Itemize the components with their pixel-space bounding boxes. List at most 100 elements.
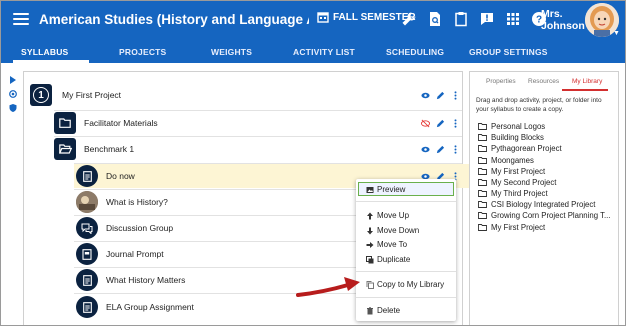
activity-row[interactable]: Discussion Group — [76, 215, 376, 241]
menu-icon[interactable] — [13, 11, 29, 27]
trash-icon — [367, 306, 373, 314]
target-icon[interactable] — [9, 90, 17, 98]
tab-scheduling[interactable]: SCHEDULING — [386, 47, 444, 57]
eye-off-icon[interactable] — [421, 119, 430, 128]
library-item[interactable]: Building Blocks — [478, 133, 618, 142]
library-item[interactable]: Pythagorean Project — [478, 144, 618, 153]
library-item[interactable]: My Third Project — [478, 189, 618, 198]
activity-row[interactable]: Journal Prompt — [76, 241, 376, 267]
folder-title: Facilitator Materials — [84, 118, 158, 128]
duplicate-icon — [366, 255, 374, 263]
folder-icon — [478, 179, 487, 186]
tab-properties[interactable]: Properties — [486, 78, 516, 85]
folder-row[interactable]: Facilitator Materials — [54, 110, 460, 136]
wrench-icon[interactable] — [401, 11, 417, 27]
chat-icon — [76, 217, 98, 239]
activity-row[interactable]: What is History? — [76, 189, 376, 215]
library-item[interactable]: My First Project — [478, 223, 618, 232]
nav-tabs: SYLLABUS PROJECTS WEIGHTS ACTIVITY LIST … — [1, 39, 625, 63]
menu-item-preview[interactable]: Preview — [366, 185, 405, 194]
folder-title: Benchmark 1 — [84, 144, 135, 154]
activity-thumbnail — [76, 191, 98, 213]
arrow-down-icon — [367, 227, 373, 234]
library-description: Drag and drop activity, project, or fold… — [476, 97, 602, 113]
activity-title: What is History? — [106, 197, 168, 207]
image-icon — [366, 186, 374, 193]
more-vertical-icon[interactable] — [451, 144, 460, 154]
menu-divider — [356, 271, 456, 272]
menu-item-delete[interactable]: Delete — [366, 306, 400, 315]
menu-item-move-to[interactable]: Move To — [366, 240, 407, 249]
calendar-icon — [317, 12, 329, 23]
shield-icon[interactable] — [9, 104, 17, 112]
menu-item-move-up[interactable]: Move Up — [366, 211, 409, 220]
library-item[interactable]: Moongames — [478, 156, 618, 165]
tab-weights[interactable]: WEIGHTS — [211, 47, 252, 57]
folder-row[interactable]: Benchmark 1 — [54, 136, 460, 162]
activity-title: Discussion Group — [106, 223, 174, 233]
folder-icon — [478, 123, 487, 130]
folder-icon — [478, 212, 487, 219]
red-arrow-annotation — [296, 277, 360, 297]
pencil-icon[interactable] — [436, 91, 445, 100]
context-menu: Preview Move Up Move Down Move To Duplic… — [356, 179, 456, 321]
arrow-up-icon — [367, 212, 373, 219]
menu-item-move-down[interactable]: Move Down — [366, 226, 419, 235]
folder-icon — [478, 224, 487, 231]
activity-title: Journal Prompt — [106, 249, 164, 259]
library-item[interactable]: CSI Biology Integrated Project — [478, 200, 618, 209]
library-item[interactable]: Personal Logos — [478, 122, 618, 131]
tab-resources[interactable]: Resources — [528, 78, 559, 85]
top-bar: American Studies (History and Language A… — [1, 1, 625, 39]
project-title: My First Project — [62, 90, 122, 100]
tab-my-library[interactable]: My Library — [572, 78, 602, 85]
tab-projects[interactable]: PROJECTS — [119, 47, 166, 57]
journal-icon — [76, 243, 98, 265]
document-icon — [76, 165, 98, 187]
active-tab-indicator — [13, 60, 89, 63]
pencil-icon[interactable] — [436, 145, 445, 154]
more-vertical-icon[interactable] — [451, 90, 460, 100]
menu-divider — [356, 297, 456, 298]
document-icon — [76, 296, 98, 318]
active-tab-indicator — [562, 89, 608, 91]
document-icon — [76, 269, 98, 291]
folder-icon — [478, 190, 487, 197]
activity-title: What History Matters — [106, 275, 186, 285]
menu-item-copy-to-library[interactable]: Copy to My Library — [366, 280, 444, 289]
folder-icon — [478, 145, 487, 152]
folder-open-icon — [54, 138, 76, 160]
tab-group-settings[interactable]: GROUP SETTINGS — [469, 47, 548, 57]
apps-grid-icon[interactable] — [505, 11, 521, 27]
library-panel: Properties Resources My Library Drag and… — [469, 71, 619, 325]
project-number-badge: 1 — [30, 84, 52, 106]
folder-icon — [478, 134, 487, 141]
document-search-icon[interactable] — [427, 11, 443, 27]
eye-icon[interactable] — [421, 145, 430, 154]
alert-message-icon[interactable] — [479, 11, 495, 27]
folder-icon — [478, 168, 487, 175]
more-vertical-icon[interactable] — [451, 118, 460, 128]
menu-divider — [356, 201, 456, 202]
tab-syllabus[interactable]: SYLLABUS — [21, 47, 68, 57]
activity-title: ELA Group Assignment — [106, 302, 194, 312]
user-name[interactable]: Mrs. Johnson — [541, 8, 585, 32]
copy-icon — [366, 280, 374, 289]
library-item[interactable]: My Second Project — [478, 178, 618, 187]
side-tools — [1, 63, 23, 325]
play-icon[interactable] — [9, 76, 17, 84]
course-title: American Studies (History and Language A… — [39, 12, 309, 27]
chevron-down-icon[interactable]: ▼ — [613, 30, 620, 37]
menu-item-duplicate[interactable]: Duplicate — [366, 255, 410, 264]
tab-activity-list[interactable]: ACTIVITY LIST — [293, 47, 355, 57]
folder-icon — [54, 112, 76, 134]
activity-title: Do now — [106, 171, 135, 181]
pencil-icon[interactable] — [436, 119, 445, 128]
project-row[interactable]: 1 My First Project — [30, 82, 460, 108]
library-item[interactable]: My First Project — [478, 167, 618, 176]
folder-icon — [478, 157, 487, 164]
eye-icon[interactable] — [421, 91, 430, 100]
clipboard-icon[interactable] — [453, 11, 469, 27]
arrow-right-icon — [366, 241, 374, 248]
library-item[interactable]: Growing Corn Project Planning T... — [478, 211, 618, 220]
